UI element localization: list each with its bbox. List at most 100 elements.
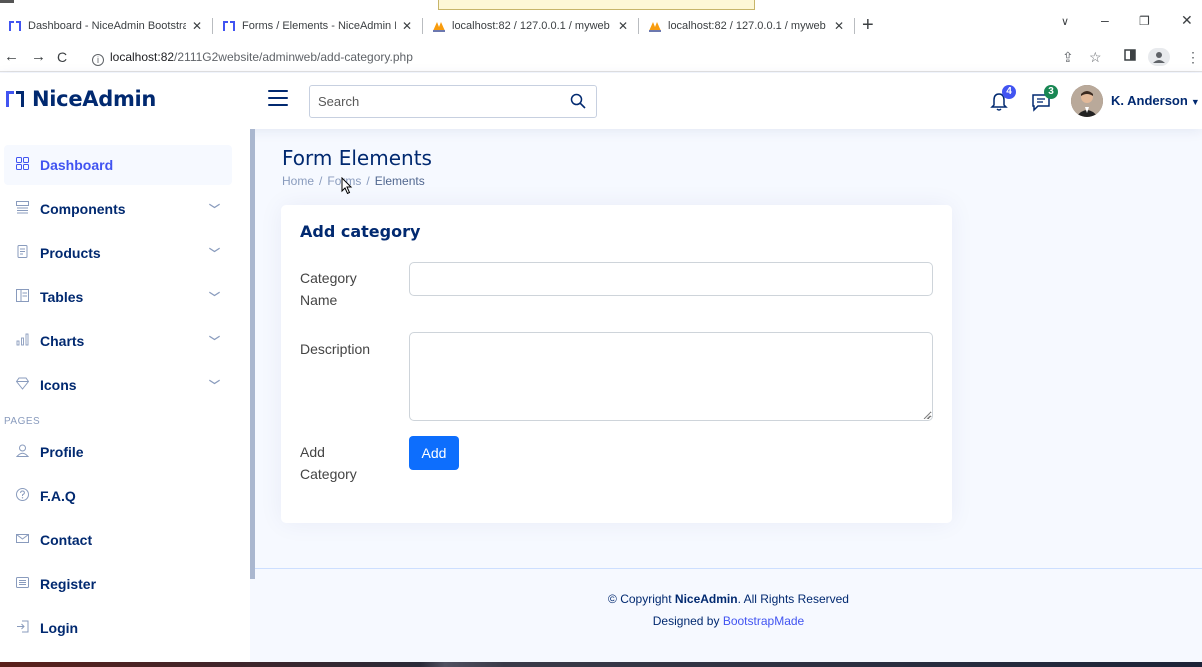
window-edge — [0, 0, 14, 3]
reload-icon[interactable]: C — [57, 49, 67, 65]
description-field[interactable] — [409, 332, 933, 421]
search-form — [309, 85, 597, 118]
sidebar-item-label: Charts — [40, 333, 85, 349]
sidebar-item-login[interactable]: Login — [4, 608, 232, 648]
browser-tab-forms[interactable]: Forms / Elements - NiceAdmin Bootstrap T… — [214, 12, 420, 40]
close-tab-icon[interactable]: ✕ — [834, 19, 844, 33]
layout-glyph — [15, 289, 29, 302]
journal-glyph — [17, 245, 27, 258]
card-list-icon — [14, 576, 30, 592]
card-list-glyph — [15, 577, 29, 588]
restore-icon[interactable]: ❐ — [1139, 14, 1150, 28]
share-icon[interactable]: ⇪ — [1062, 49, 1074, 66]
brand-name: NiceAdmin — [32, 87, 157, 111]
brand-logo[interactable]: NiceAdmin — [4, 87, 156, 111]
sidebar-item-contact[interactable]: Contact — [4, 520, 232, 560]
label-line: Name — [300, 292, 338, 308]
notifications-button[interactable]: 4 — [988, 85, 1016, 113]
credits: Designed by BootstrapMade — [255, 610, 1202, 632]
person-glyph — [15, 444, 29, 457]
page-title: Form Elements — [282, 146, 432, 170]
chevron-down-icon: ﹀ — [209, 336, 220, 348]
messages-badge: 3 — [1044, 85, 1058, 99]
tab-separator — [854, 18, 855, 34]
browser-tab-bar: Dashboard - NiceAdmin Bootstrap Template… — [0, 0, 1202, 44]
bookmark-star-icon[interactable]: ☆ — [1089, 49, 1102, 66]
credits-link[interactable]: BootstrapMade — [723, 614, 804, 628]
tab-title: localhost:82 / 127.0.0.1 / myweb — [668, 20, 826, 32]
search-icon[interactable] — [570, 93, 586, 109]
profile-icon — [1153, 52, 1165, 63]
minimize-icon[interactable]: – — [1101, 12, 1109, 28]
category-name-field[interactable] — [409, 262, 933, 296]
breadcrumb-home-link[interactable]: Home — [282, 174, 314, 188]
sidebar-item-charts[interactable]: Charts ﹀ — [4, 321, 232, 361]
browser-tab-phpmyadmin-1[interactable]: localhost:82 / 127.0.0.1 / myweb ✕ — [424, 12, 636, 40]
tab-title: Dashboard - NiceAdmin Bootstrap Template — [28, 20, 186, 32]
niceadmin-logo-icon — [6, 91, 24, 107]
chevron-down-icon: ﹀ — [209, 380, 220, 392]
close-tab-icon[interactable]: ✕ — [618, 19, 628, 33]
menu-button-icon — [14, 201, 30, 217]
side-panel-icon[interactable] — [1124, 48, 1136, 64]
site-info-icon[interactable]: i — [92, 54, 104, 66]
bar-chart-icon — [14, 333, 30, 349]
sidebar-item-label: Login — [40, 620, 79, 636]
close-tab-icon[interactable]: ✕ — [192, 19, 202, 33]
question-circle-icon — [14, 488, 30, 504]
sidebar-item-icons[interactable]: Icons ﹀ — [4, 365, 232, 405]
chevron-down-icon: ﹀ — [209, 248, 220, 260]
back-arrow-icon[interactable]: ← — [4, 48, 19, 65]
kebab-menu-icon[interactable]: ⋮ — [1186, 49, 1200, 66]
resize-grip-icon[interactable] — [922, 411, 930, 419]
add-button[interactable]: Add — [409, 436, 459, 470]
sidebar-item-profile[interactable]: Profile — [4, 432, 232, 472]
sidebar-item-label: Contact — [40, 532, 93, 548]
grid-glyph — [15, 157, 29, 170]
browser-tab-dashboard[interactable]: Dashboard - NiceAdmin Bootstrap Template… — [0, 12, 210, 40]
sidebar-scrollbar[interactable] — [250, 129, 255, 579]
forward-arrow-icon[interactable]: → — [31, 48, 46, 65]
envelope-icon — [14, 532, 30, 548]
sidebar-item-components[interactable]: Components ﹀ — [4, 189, 232, 229]
avatar[interactable] — [1071, 85, 1103, 117]
sidebar-item-label: Register — [40, 576, 97, 592]
journal-text-icon — [14, 245, 30, 261]
copyright: © Copyright NiceAdmin. All Rights Reserv… — [255, 588, 1202, 610]
breadcrumb-separator: / — [366, 174, 370, 188]
sidebar-item-dashboard[interactable]: Dashboard — [4, 145, 232, 185]
browser-tab-phpmyadmin-2[interactable]: localhost:82 / 127.0.0.1 / myweb ✕ — [640, 12, 852, 40]
caret-down-icon: ▼ — [1190, 97, 1200, 107]
tab-search-chevron-icon[interactable]: ∨ — [1061, 15, 1069, 28]
sidebar-item-tables[interactable]: Tables ﹀ — [4, 277, 232, 317]
phpmyadmin-favicon-icon — [433, 22, 445, 32]
gem-icon — [14, 377, 30, 393]
box-arrow-in-right-icon — [14, 620, 30, 636]
close-tab-icon[interactable]: ✕ — [402, 19, 412, 33]
sidebar-item-label: Icons — [40, 377, 77, 393]
close-window-icon[interactable]: ✕ — [1181, 12, 1193, 29]
sidebar-heading-pages: PAGES — [4, 416, 41, 427]
tab-title: localhost:82 / 127.0.0.1 / myweb — [452, 20, 610, 32]
search-input[interactable] — [318, 86, 558, 117]
copyright-suffix: . All Rights Reserved — [737, 592, 849, 606]
sidebar-item-products[interactable]: Products ﹀ — [4, 233, 232, 273]
add-category-card: Add category Category Name Description A… — [281, 205, 952, 523]
sidebar-item-faq[interactable]: F.A.Q — [4, 476, 232, 516]
chevron-down-icon: ﹀ — [209, 292, 220, 304]
url-path: /2111G2website/adminweb/add-category.php — [174, 50, 413, 64]
new-tab-icon[interactable]: + — [862, 14, 874, 37]
sidebar-item-label: Products — [40, 245, 101, 261]
profile-pill[interactable] — [1148, 48, 1170, 66]
notifications-badge: 4 — [1002, 85, 1016, 99]
sidebar-item-register[interactable]: Register — [4, 564, 232, 604]
toggle-sidebar-icon[interactable] — [268, 90, 288, 106]
address-bar[interactable]: i localhost:82/2111G2website/adminweb/add… — [92, 50, 413, 66]
url-host: localhost:82 — [110, 50, 175, 64]
breadcrumb-current: Elements — [374, 174, 425, 188]
messages-button[interactable]: 3 — [1030, 85, 1058, 113]
menu-button-glyph — [15, 201, 29, 214]
breadcrumb: Home/Forms/Elements — [282, 174, 425, 188]
user-menu-toggle[interactable]: K. Anderson ▼ — [1111, 93, 1200, 108]
credits-prefix: Designed by — [652, 614, 720, 628]
